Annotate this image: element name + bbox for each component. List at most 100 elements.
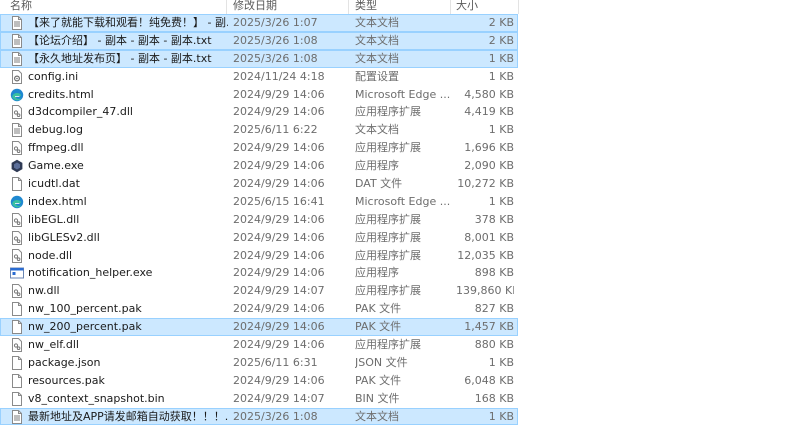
file-size: 1 KB [488, 409, 514, 423]
file-name: package.json [28, 355, 101, 369]
column-header-type[interactable]: 类型 [355, 0, 377, 13]
file-name: nw_elf.dll [28, 338, 79, 352]
file-type: 应用程序 [355, 266, 399, 280]
text-file-icon [10, 33, 24, 48]
dll-file-icon [10, 212, 24, 227]
file-modified-date: 2024/9/29 14:07 [233, 391, 325, 405]
file-row[interactable]: v8_context_snapshot.bin 2024/9/29 14:07 BI… [0, 390, 518, 408]
file-row[interactable]: 【永久地址发布页】 - 副本 - 副本.txt 2025/3/26 1:08 文本文… [0, 49, 518, 68]
file-name: index.html [28, 194, 87, 208]
file-size: 4,419 KB [464, 105, 514, 119]
file-row[interactable]: icudtl.dat 2024/9/29 14:06 DAT 文件 10,272 KB [0, 175, 518, 193]
file-size: 10,272 KB [457, 177, 514, 191]
file-type: 应用程序 [355, 159, 399, 173]
file-row[interactable]: 【来了就能下载和观看！纯免费！】 - 副... 2025/3/26 1:07 文本文… [0, 14, 518, 32]
file-modified-date: 2025/3/26 1:07 [233, 16, 318, 29]
file-row[interactable]: libGLESv2.dll 2024/9/29 14:06 应用程序扩展 8,001 … [0, 229, 518, 247]
column-divider[interactable] [450, 0, 451, 14]
text-file-icon [10, 51, 24, 66]
file-row[interactable]: d3dcompiler_47.dll 2024/9/29 14:06 应用程序扩展 4… [0, 103, 518, 121]
file-type: 应用程序扩展 [355, 248, 421, 262]
file-list: 【来了就能下载和观看！纯免费！】 - 副... 2025/3/26 1:07 文本文… [0, 14, 800, 426]
column-divider[interactable] [518, 0, 519, 14]
file-size: 378 KB [474, 212, 514, 226]
text-file-icon [10, 16, 24, 30]
file-name: d3dcompiler_47.dll [28, 105, 133, 119]
file-name: node.dll [28, 248, 73, 262]
text-file-icon [10, 409, 24, 424]
file-type: 文本文档 [355, 16, 399, 29]
file-row[interactable]: 最新地址及APP请发邮箱自动获取！！！... 2025/3/26 1:08 文本文档… [0, 407, 518, 426]
file-modified-date: 2025/3/26 1:08 [233, 51, 318, 65]
file-row[interactable]: nw_elf.dll 2024/9/29 14:06 应用程序扩展 880 KB [0, 336, 518, 354]
file-row[interactable]: nw_200_percent.pak 2024/9/29 14:06 PAK 文件 1… [0, 318, 518, 337]
file-row[interactable]: notification_helper.exe 2024/9/29 14:06 应用… [0, 264, 518, 282]
file-name: nw_200_percent.pak [28, 320, 142, 334]
blank-file-icon [10, 391, 24, 406]
blank-file-icon [10, 320, 24, 335]
file-modified-date: 2025/3/26 1:08 [233, 409, 318, 423]
file-modified-date: 2024/9/29 14:06 [233, 159, 325, 173]
file-size: 1,696 KB [464, 141, 514, 155]
file-size: 4,580 KB [464, 87, 514, 101]
file-type: 应用程序扩展 [355, 141, 421, 155]
file-name: credits.html [28, 87, 94, 101]
file-row[interactable]: ffmpeg.dll 2024/9/29 14:06 应用程序扩展 1,696 KB [0, 139, 518, 157]
file-row[interactable]: 【论坛介绍】 - 副本 - 副本 - 副本.txt 2025/3/26 1:08 文… [0, 31, 518, 50]
blank-file-icon [10, 373, 24, 388]
file-name: Game.exe [28, 159, 84, 173]
blank-file-icon [10, 355, 24, 370]
dll-file-icon [10, 284, 24, 299]
file-size: 1 KB [488, 355, 514, 369]
file-row[interactable]: index.html 2025/6/15 16:41 Microsoft Edge … [0, 193, 518, 211]
file-type: 应用程序扩展 [355, 338, 421, 352]
config-file-icon [10, 69, 24, 84]
file-row[interactable]: debug.log 2025/6/11 6:22 文本文档 1 KB [0, 121, 518, 139]
column-divider[interactable] [226, 0, 227, 14]
file-row[interactable]: package.json 2025/6/11 6:31 JSON 文件 1 KB [0, 354, 518, 372]
file-size: 1 KB [488, 123, 514, 137]
file-size: 898 KB [474, 266, 514, 280]
file-size: 880 KB [474, 338, 514, 352]
file-size: 6,048 KB [464, 373, 514, 387]
file-name: 【来了就能下载和观看！纯免费！】 - 副... [28, 16, 228, 29]
file-row[interactable]: nw.dll 2024/9/29 14:07 应用程序扩展 139,860 KB [0, 282, 518, 300]
file-size: 1 KB [488, 69, 514, 83]
file-row[interactable]: credits.html 2024/9/29 14:06 Microsoft Edg… [0, 86, 518, 104]
file-type: PAK 文件 [355, 373, 402, 387]
column-header-size[interactable]: 大小 [456, 0, 478, 13]
app-exe-icon [10, 266, 24, 280]
file-type: 应用程序扩展 [355, 284, 421, 298]
column-divider[interactable] [348, 0, 349, 14]
file-size: 1 KB [488, 51, 514, 65]
file-type: Microsoft Edge ... [355, 194, 450, 208]
file-row[interactable]: nw_100_percent.pak 2024/9/29 14:06 PAK 文件 8… [0, 300, 518, 318]
file-size: 2 KB [488, 16, 514, 29]
file-modified-date: 2024/9/29 14:06 [233, 320, 325, 334]
file-row[interactable]: node.dll 2024/9/29 14:06 应用程序扩展 12,035 KB [0, 247, 518, 265]
file-modified-date: 2024/9/29 14:06 [233, 212, 325, 226]
column-header-name[interactable]: 名称 [10, 0, 32, 13]
column-header-date[interactable]: 修改日期 [233, 0, 277, 13]
file-modified-date: 2024/9/29 14:06 [233, 248, 325, 262]
dll-file-icon [10, 141, 24, 156]
dll-file-icon [10, 230, 24, 245]
file-type: BIN 文件 [355, 391, 400, 405]
file-name: 最新地址及APP请发邮箱自动获取！！！... [28, 409, 228, 423]
file-modified-date: 2025/6/11 6:31 [233, 355, 318, 369]
file-row[interactable]: Game.exe 2024/9/29 14:06 应用程序 2,090 KB [0, 157, 518, 175]
file-size: 12,035 KB [457, 248, 514, 262]
file-modified-date: 2024/9/29 14:06 [233, 266, 325, 280]
file-modified-date: 2024/9/29 14:06 [233, 373, 325, 387]
file-row[interactable]: config.ini 2024/11/24 4:18 配置设置 1 KB [0, 68, 518, 86]
file-name: v8_context_snapshot.bin [28, 391, 165, 405]
dll-file-icon [10, 248, 24, 263]
file-type: JSON 文件 [355, 355, 408, 369]
edge-icon [10, 195, 24, 209]
file-size: 8,001 KB [464, 230, 514, 244]
file-row[interactable]: resources.pak 2024/9/29 14:06 PAK 文件 6,048 … [0, 372, 518, 390]
file-size: 168 KB [474, 391, 514, 405]
file-row[interactable]: libEGL.dll 2024/9/29 14:06 应用程序扩展 378 KB [0, 211, 518, 229]
game-exe-icon [10, 159, 24, 173]
column-header-bar: 名称 修改日期 类型 大小 [0, 0, 800, 14]
